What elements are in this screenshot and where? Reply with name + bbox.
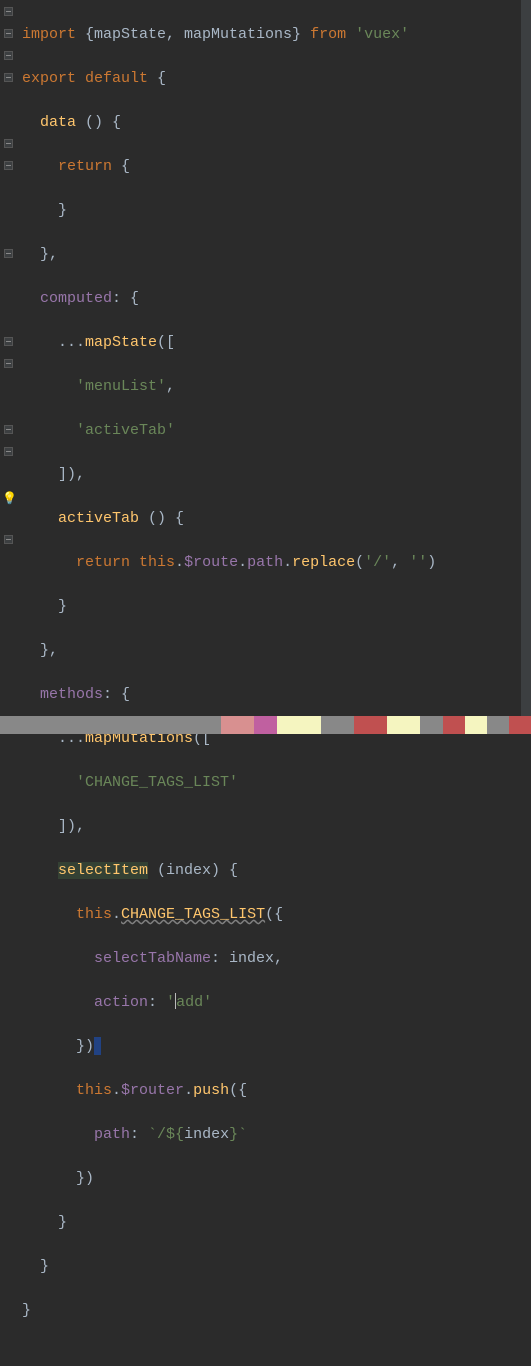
- code-line[interactable]: },: [22, 244, 521, 266]
- footer-segment: [354, 716, 387, 734]
- code-line[interactable]: 'activeTab': [22, 420, 521, 442]
- code-line[interactable]: }: [22, 200, 521, 222]
- code-line[interactable]: return this.$route.path.replace('/', ''): [22, 552, 521, 574]
- fold-icon[interactable]: [4, 161, 13, 170]
- fold-icon[interactable]: [4, 535, 13, 544]
- code-line[interactable]: ]),: [22, 464, 521, 486]
- scrollbar[interactable]: [521, 0, 531, 734]
- code-line[interactable]: }: [22, 596, 521, 618]
- code-line[interactable]: import {mapState, mapMutations} from 'vu…: [22, 24, 521, 46]
- footer-bar: [0, 716, 531, 734]
- footer-segment: [465, 716, 487, 734]
- code-line[interactable]: export default {: [22, 68, 521, 90]
- code-line[interactable]: path: `/${index}`: [22, 1124, 521, 1146]
- footer-segment: [487, 716, 509, 734]
- code-line[interactable]: action: 'add': [22, 992, 521, 1014]
- code-line[interactable]: }: [22, 1212, 521, 1234]
- code-line[interactable]: }: [22, 1300, 521, 1322]
- fold-icon[interactable]: [4, 73, 13, 82]
- code-line[interactable]: selectItem (index) {: [22, 860, 521, 882]
- code-editor[interactable]: 💡 import {mapState, mapMutations} from '…: [0, 0, 531, 734]
- footer-segment: [321, 716, 354, 734]
- footer-segment: [387, 716, 420, 734]
- code-line[interactable]: return {: [22, 156, 521, 178]
- code-line[interactable]: 'CHANGE_TAGS_LIST': [22, 772, 521, 794]
- code-line[interactable]: activeTab () {: [22, 508, 521, 530]
- code-area[interactable]: import {mapState, mapMutations} from 'vu…: [18, 0, 521, 734]
- footer-segment: [254, 716, 276, 734]
- footer-segment: [277, 716, 321, 734]
- fold-icon[interactable]: [4, 425, 13, 434]
- fold-icon[interactable]: [4, 447, 13, 456]
- fold-icon[interactable]: [4, 29, 13, 38]
- fold-icon[interactable]: [4, 51, 13, 60]
- selection-marker: [94, 1037, 101, 1055]
- code-line[interactable]: 'menuList',: [22, 376, 521, 398]
- code-line[interactable]: methods: {: [22, 684, 521, 706]
- fold-icon[interactable]: [4, 337, 13, 346]
- footer-segment: [0, 716, 221, 734]
- fold-icon[interactable]: [4, 249, 13, 258]
- code-line[interactable]: }: [22, 1256, 521, 1278]
- code-line[interactable]: this.CHANGE_TAGS_LIST({: [22, 904, 521, 926]
- code-line[interactable]: data () {: [22, 112, 521, 134]
- code-line[interactable]: }): [22, 1168, 521, 1190]
- code-line[interactable]: computed: {: [22, 288, 521, 310]
- code-line[interactable]: this.$router.push({: [22, 1080, 521, 1102]
- fold-icon[interactable]: [4, 139, 13, 148]
- code-line[interactable]: ...mapState([: [22, 332, 521, 354]
- code-line[interactable]: },: [22, 640, 521, 662]
- footer-segment: [420, 716, 442, 734]
- fold-icon[interactable]: [4, 7, 13, 16]
- code-line[interactable]: ]),: [22, 816, 521, 838]
- lightbulb-icon[interactable]: 💡: [2, 488, 17, 510]
- footer-segment: [509, 716, 531, 734]
- fold-icon[interactable]: [4, 359, 13, 368]
- code-line[interactable]: selectTabName: index,: [22, 948, 521, 970]
- footer-segment: [443, 716, 465, 734]
- gutter: 💡: [0, 0, 18, 734]
- footer-segment: [221, 716, 254, 734]
- code-line[interactable]: }): [22, 1036, 521, 1058]
